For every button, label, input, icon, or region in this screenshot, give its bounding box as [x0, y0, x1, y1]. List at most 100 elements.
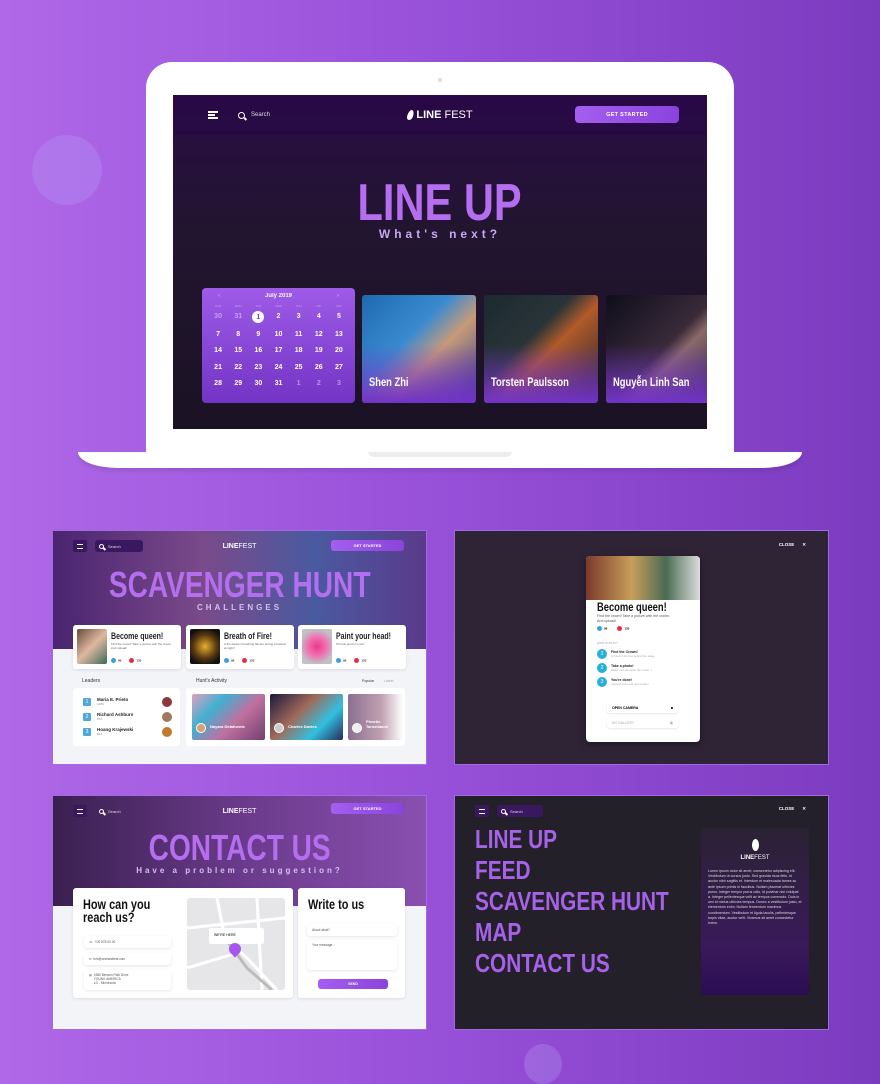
leader-row[interactable]: 1 Maria E. Prieto 1280: [83, 697, 128, 706]
menu-icon[interactable]: [475, 805, 489, 817]
calendar-day[interactable]: 17: [268, 345, 288, 356]
menu-icon[interactable]: [208, 111, 218, 119]
message-textarea[interactable]: Your message...: [307, 940, 397, 970]
calendar-day[interactable]: 2: [309, 378, 329, 389]
calendar-day[interactable]: 7: [208, 329, 228, 340]
calendar-month: July 2019: [264, 293, 293, 299]
calendar-day[interactable]: 11: [289, 329, 309, 340]
step: 1 Find the Crown! In front of the tree beh…: [597, 649, 655, 659]
search-input[interactable]: Search: [238, 111, 270, 119]
menu-item-contact[interactable]: CONTACT US: [475, 948, 669, 979]
calendar-day[interactable]: 14: [208, 345, 228, 356]
logo[interactable]: LINEFEST: [223, 808, 257, 815]
weekday-label: THU: [295, 304, 302, 308]
artist-card[interactable]: Torsten Paulsson: [484, 295, 598, 403]
calendar-day[interactable]: 16: [248, 345, 268, 356]
scavenger-hunt-screen: Search LINEFEST GET STARTED SCAVENGER HU…: [52, 530, 427, 765]
calendar-day[interactable]: 20: [329, 345, 349, 356]
logo[interactable]: LINEFEST: [223, 543, 257, 550]
decor-blob: [32, 135, 102, 205]
menu-item-lineup[interactable]: LINE UP: [475, 824, 669, 855]
get-started-button[interactable]: GET STARTED: [575, 106, 679, 123]
hero: LINE UP What's next?: [173, 177, 707, 241]
artist-card[interactable]: Nguyễn Linh San: [606, 295, 707, 403]
map[interactable]: WE'RE HERE: [187, 898, 285, 990]
calendar-day[interactable]: 2: [268, 311, 288, 322]
calendar-day[interactable]: 5: [329, 311, 349, 322]
top-nav: Search: [455, 796, 828, 826]
menu-screen: Search CLOSE ✕ LINE UP FEED SCAVENGER HUN…: [454, 795, 829, 1030]
close-button[interactable]: CLOSE ✕: [779, 806, 806, 812]
close-button[interactable]: CLOSE ✕: [779, 542, 806, 548]
calendar-day[interactable]: 23: [248, 362, 268, 373]
calendar-day[interactable]: 15: [228, 345, 248, 356]
open-camera-button[interactable]: OPEN CAMERA ◙: [607, 702, 678, 713]
calendar-day[interactable]: 3: [329, 378, 349, 389]
challenge-modal-screen: CLOSE ✕ Become queen! Find the crown! Tak…: [454, 530, 829, 765]
close-icon: ✕: [802, 806, 806, 811]
send-button[interactable]: SEND: [318, 979, 388, 989]
calendar-day[interactable]: 3: [289, 311, 309, 322]
leader-row[interactable]: 3 Hoang Krajewski 844: [83, 727, 133, 736]
write-us-card: Write to us About what? Your message... …: [298, 888, 405, 998]
subject-input[interactable]: About what?: [307, 924, 397, 936]
calendar-day[interactable]: 4: [309, 311, 329, 322]
calendar-day[interactable]: 21: [208, 362, 228, 373]
camera-icon: ◙: [670, 705, 673, 710]
leader-row[interactable]: 2 Richard Ashburn 972: [83, 712, 133, 721]
calendar-day[interactable]: 27: [329, 362, 349, 373]
email-field[interactable]: ✉ info@onelandfest.com: [84, 953, 171, 965]
get-started-button[interactable]: GET STARTED: [331, 540, 404, 551]
calendar-day[interactable]: 31: [268, 378, 288, 389]
prev-month-icon[interactable]: ‹: [218, 293, 220, 299]
weekday-label: TUE: [255, 304, 262, 308]
calendar-day[interactable]: 29: [228, 378, 248, 389]
calendar-day[interactable]: 24: [268, 362, 288, 373]
my-gallery-button[interactable]: MY GALLERY ▣: [607, 717, 678, 728]
menu-item-scavenger-hunt[interactable]: SCAVENGER HUNT: [475, 886, 669, 917]
calendar-day[interactable]: 8: [228, 329, 248, 340]
calendar-day[interactable]: 26: [309, 362, 329, 373]
artist-card[interactable]: Shen Zhi: [362, 295, 476, 403]
calendar-day[interactable]: 13: [329, 329, 349, 340]
phone-field[interactable]: ☏ +00 878 00 00: [84, 936, 171, 948]
calendar-day[interactable]: 30: [208, 311, 228, 322]
challenge-card[interactable]: Become queen! Find the crown! Take a pict…: [73, 625, 181, 669]
calendar-day[interactable]: 1: [252, 311, 265, 323]
tab-latest[interactable]: Latest: [384, 679, 394, 683]
activity-label: Hunt's Activity: [196, 678, 227, 684]
search-input[interactable]: Search: [95, 540, 143, 552]
calendar-day[interactable]: 25: [289, 362, 309, 373]
calendar-day[interactable]: 1: [289, 378, 309, 389]
get-started-button[interactable]: GET STARTED: [331, 803, 404, 814]
menu-icon[interactable]: [73, 540, 87, 552]
modal-desc: Find the crown! Take a picture with the …: [597, 614, 670, 623]
activity-card[interactable]: Charles Davies: [270, 694, 343, 740]
next-month-icon[interactable]: ›: [337, 293, 339, 299]
address-field[interactable]: ▤ 4380 Benson Park Drive YOUNG AMERICA LO …: [84, 970, 171, 990]
calendar-day[interactable]: 31: [228, 311, 248, 322]
challenge-modal: Become queen! Find the crown! Take a pic…: [586, 556, 700, 742]
menu-item-feed[interactable]: FEED: [475, 855, 669, 886]
challenge-card[interactable]: Breath of Fire! A fire dancer breathing f…: [186, 625, 294, 669]
calendar-day[interactable]: 18: [289, 345, 309, 356]
activity-card[interactable]: Nayara Delafuente: [192, 694, 265, 740]
calendar-day[interactable]: 19: [309, 345, 329, 356]
menu-item-map[interactable]: MAP: [475, 917, 669, 948]
about-panel: LINEFEST Lorem ipsum dolor sit amet, con…: [701, 828, 809, 995]
logo[interactable]: LINEFEST: [406, 109, 473, 121]
activity-card[interactable]: Phoebe Tanenbaum: [348, 694, 403, 740]
tab-popular[interactable]: Popular: [362, 679, 374, 683]
menu-icon[interactable]: [73, 805, 87, 817]
close-icon: ✕: [802, 542, 806, 547]
calendar-day[interactable]: 30: [248, 378, 268, 389]
weekday-row: SUN MON TUE WED THU FRI SAT: [208, 304, 349, 308]
search-input[interactable]: Search: [95, 805, 143, 817]
calendar-day[interactable]: 10: [268, 329, 288, 340]
calendar-day[interactable]: 28: [208, 378, 228, 389]
calendar-day[interactable]: 22: [228, 362, 248, 373]
calendar-day[interactable]: 9: [248, 329, 268, 340]
search-input[interactable]: Search: [497, 805, 543, 817]
challenge-card[interactable]: Paint your head! It'll look good on you! 9…: [298, 625, 406, 669]
calendar-day[interactable]: 12: [309, 329, 329, 340]
